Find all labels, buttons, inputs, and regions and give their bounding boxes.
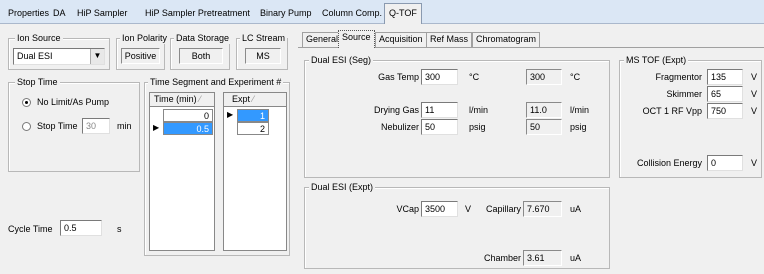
- gas-temp-actual: 300: [526, 69, 562, 85]
- drying-gas-actual-unit: l/min: [570, 105, 590, 115]
- tab-properties[interactable]: Properties: [4, 6, 53, 23]
- dual-esi-expt-title: Dual ESI (Expt): [309, 182, 376, 193]
- vcap-input[interactable]: 3500: [421, 201, 458, 217]
- lc-stream-value: MS: [245, 48, 281, 64]
- cycle-time-unit: s: [117, 224, 122, 234]
- expt-grid[interactable]: Expt ⁄ ▶ 1 2: [223, 92, 287, 251]
- drying-gas-label: Drying Gas: [373, 105, 419, 115]
- tab-chromatogram[interactable]: Chromatogram: [472, 32, 541, 47]
- ms-tof-title: MS TOF (Expt): [624, 55, 689, 66]
- tab-da[interactable]: DA: [49, 6, 70, 23]
- nebulizer-actual: 50: [526, 119, 562, 135]
- row-pointer-icon: ▶: [153, 123, 160, 132]
- data-storage-value: Both: [179, 48, 223, 64]
- tab-binary-pump[interactable]: Binary Pump: [256, 6, 316, 23]
- dual-esi-seg-group: Dual ESI (Seg) Gas Temp 300 °C 300 °C Dr…: [304, 55, 610, 178]
- ms-tof-group: MS TOF (Expt) Fragmentor 135 V Skimmer 6…: [619, 55, 762, 178]
- oct-rf-input[interactable]: 750: [707, 103, 743, 119]
- gas-temp-unit: °C: [469, 72, 480, 82]
- time-segment-title: Time Segment and Experiment #: [148, 77, 284, 88]
- collision-energy-label: Collision Energy: [636, 158, 702, 168]
- skimmer-input[interactable]: 65: [707, 86, 743, 102]
- vcap-label: VCap: [396, 204, 419, 214]
- tab-q-tof[interactable]: Q-TOF: [384, 3, 422, 24]
- collision-energy-input[interactable]: 0: [707, 155, 743, 171]
- gas-temp-actual-unit: °C: [570, 72, 581, 82]
- oct-rf-label: OCT 1 RF Vpp: [642, 106, 702, 116]
- chamber-value: 3.61: [523, 250, 562, 266]
- dual-esi-expt-group: Dual ESI (Expt) VCap 3500 V Capillary 7.…: [304, 182, 610, 269]
- stop-time-input[interactable]: 30: [82, 118, 110, 134]
- time-cell-2[interactable]: 0.5: [163, 122, 213, 135]
- no-limit-label: No Limit/As Pump: [37, 97, 110, 107]
- drying-gas-unit: l/min: [469, 105, 489, 115]
- nebulizer-unit: psig: [469, 122, 486, 132]
- nebulizer-input[interactable]: 50: [421, 119, 458, 135]
- fragmentor-input[interactable]: 135: [707, 69, 743, 85]
- expt-cell-2[interactable]: 2: [237, 122, 269, 135]
- tab-column-comp[interactable]: Column Comp.: [318, 6, 386, 23]
- chamber-unit: uA: [570, 253, 582, 263]
- ion-source-group: Ion Source Dual ESI ▼: [8, 33, 110, 70]
- gas-temp-label: Gas Temp: [378, 72, 419, 82]
- skimmer-unit: V: [751, 89, 758, 99]
- capillary-label: Capillary: [485, 204, 521, 214]
- tab-hip-sampler-pretreatment[interactable]: HiP Sampler Pretreatment: [141, 6, 254, 23]
- dual-esi-seg-title: Dual ESI (Seg): [309, 55, 374, 66]
- capillary-value: 7.670: [523, 201, 562, 217]
- nebulizer-actual-unit: psig: [570, 122, 587, 132]
- data-storage-group: Data Storage Both: [170, 33, 232, 70]
- nebulizer-label: Nebulizer: [380, 122, 419, 132]
- tab-ref-mass[interactable]: Ref Mass: [426, 32, 473, 47]
- time-column-header[interactable]: Time (min) ⁄: [150, 93, 214, 107]
- cycle-time-input[interactable]: 0.5: [60, 220, 102, 236]
- collision-energy-unit: V: [751, 158, 758, 168]
- cycle-time-label: Cycle Time: [8, 224, 53, 234]
- lc-stream-title: LC Stream: [240, 33, 288, 44]
- oct-rf-unit: V: [751, 106, 758, 116]
- stop-time-unit: min: [117, 121, 132, 131]
- gas-temp-input[interactable]: 300: [421, 69, 458, 85]
- stop-time-title: Stop Time: [15, 77, 60, 88]
- time-cell-1[interactable]: 0: [163, 109, 213, 122]
- data-storage-title: Data Storage: [174, 33, 232, 44]
- drying-gas-actual: 11.0: [526, 102, 562, 118]
- skimmer-label: Skimmer: [666, 89, 703, 99]
- ion-polarity-title: Ion Polarity: [120, 33, 170, 44]
- no-limit-radio[interactable]: [22, 98, 31, 107]
- drying-gas-input[interactable]: 11: [421, 102, 458, 118]
- expt-cell-1[interactable]: 1: [237, 109, 269, 122]
- fragmentor-label: Fragmentor: [655, 72, 702, 82]
- tab-general[interactable]: General: [302, 32, 343, 47]
- time-segment-group: Time Segment and Experiment # Time (min)…: [144, 77, 290, 256]
- tab-hip-sampler[interactable]: HiP Sampler: [73, 6, 131, 23]
- stop-time-radio[interactable]: [22, 122, 31, 131]
- ion-source-value: Dual ESI: [17, 51, 53, 61]
- ion-source-title: Ion Source: [15, 33, 63, 44]
- ion-source-select[interactable]: Dual ESI ▼: [13, 48, 105, 65]
- stop-time-label: Stop Time: [37, 121, 78, 131]
- capillary-unit: uA: [570, 204, 582, 214]
- chevron-down-icon[interactable]: ▼: [90, 49, 104, 64]
- tab-source[interactable]: Source: [338, 30, 375, 48]
- lc-stream-group: LC Stream MS: [236, 33, 288, 70]
- chamber-label: Chamber: [483, 253, 521, 263]
- tab-acquisition[interactable]: Acquisition: [375, 32, 427, 47]
- time-grid[interactable]: Time (min) ⁄ 0 ▶ 0.5: [149, 92, 215, 251]
- row-pointer-icon: ▶: [227, 110, 234, 119]
- stop-time-group: Stop Time No Limit/As Pump Stop Time 30 …: [8, 77, 140, 172]
- ion-polarity-group: Ion Polarity Positive: [116, 33, 170, 70]
- fragmentor-unit: V: [751, 72, 758, 82]
- instrument-tab-bar: Properties DA HiP Sampler HiP Sampler Pr…: [0, 0, 764, 24]
- ion-polarity-value: Positive: [121, 48, 160, 64]
- expt-column-header[interactable]: Expt ⁄: [224, 93, 286, 107]
- vcap-unit: V: [465, 204, 472, 214]
